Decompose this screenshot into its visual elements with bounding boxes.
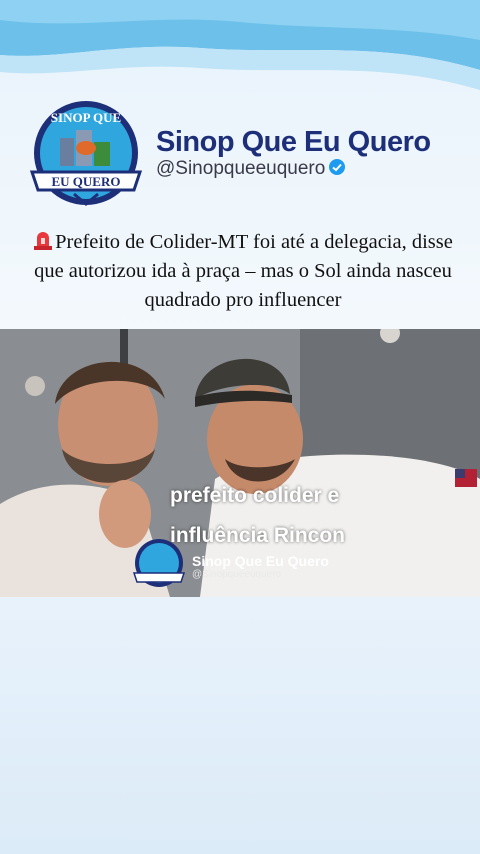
watermark-handle: @Sinopqueeuquero (192, 569, 282, 580)
svg-text:SINOP QUE: SINOP QUE (51, 110, 121, 125)
handle-text: @Sinopqueeuquero (156, 158, 326, 179)
siren-icon (34, 232, 53, 250)
channel-header: SINOP QUE EU QUERO Sinop Que Eu Quero @S… (0, 90, 480, 220)
watermark-brand-name: Sinop Que Eu Quero (192, 553, 329, 569)
video-frame[interactable]: prefeito colider e influência Rincon Sin… (0, 329, 480, 597)
brand-handle: @Sinopqueeuquero (156, 158, 346, 180)
headline-text: Prefeito de Colider-MT foi até a delegac… (34, 231, 453, 311)
watermark-logo-icon (132, 539, 186, 587)
video-caption-line1: prefeito colider e (170, 484, 340, 507)
svg-text:EU QUERO: EU QUERO (52, 174, 121, 189)
sinop-logo-icon: SINOP QUE EU QUERO (29, 101, 143, 206)
headline: Prefeito de Colider-MT foi até a delegac… (18, 228, 468, 315)
brand-name: Sinop Que Eu Quero (156, 126, 431, 158)
video-caption-line2: influência Rincon (170, 524, 346, 547)
verified-badge-icon (329, 159, 346, 175)
